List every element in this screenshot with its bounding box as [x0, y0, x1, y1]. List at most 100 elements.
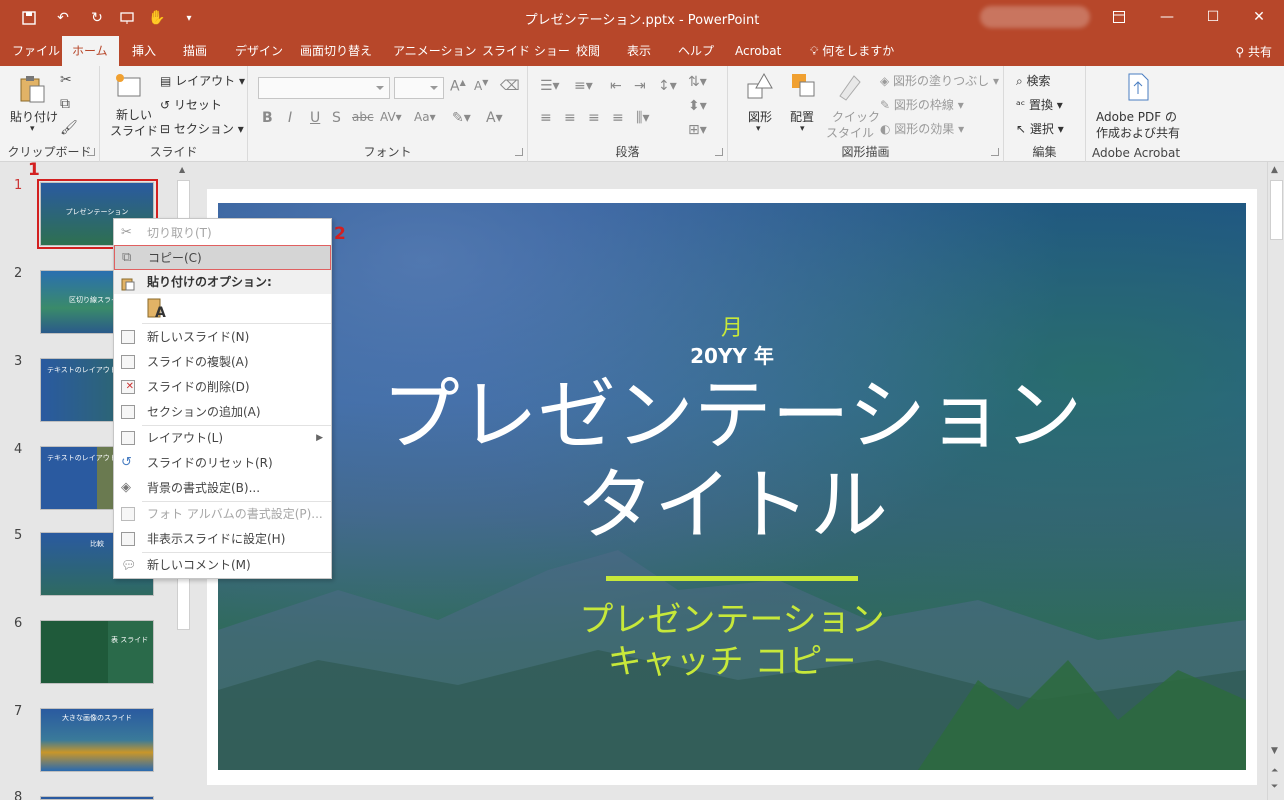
next-slide-icon[interactable]: ⏷ [1271, 782, 1278, 792]
tab-help[interactable]: ヘルプ [668, 36, 724, 66]
line-spacing-icon[interactable]: ↕▾ [658, 78, 677, 94]
menu-item-photo-album[interactable]: フォト アルバムの書式設定(P)... [114, 502, 331, 526]
menu-item-delete[interactable]: ✕ スライドの削除(D) [114, 375, 331, 399]
slide-canvas[interactable]: 月 20YY 年 プレゼンテーション タイトル プレゼンテーション キャッチ コ… [218, 203, 1246, 770]
close-icon[interactable]: ✕ [1236, 0, 1282, 34]
menu-item-new-comment[interactable]: 💬︎ 新しいコメント(M) [114, 553, 331, 577]
tab-draw[interactable]: 描画 [173, 36, 217, 66]
acrobat-label-1[interactable]: Adobe PDF の [1096, 108, 1177, 125]
cut-icon[interactable]: ✂ [60, 72, 72, 88]
font-size-combo[interactable] [394, 77, 444, 99]
paste-keep-text-button[interactable]: A [147, 297, 167, 321]
decrease-indent-icon[interactable]: ⇤ [610, 78, 622, 94]
tab-insert[interactable]: 挿入 [122, 36, 166, 66]
tab-transitions[interactable]: 画面切り替え [290, 36, 382, 66]
shapes-dropdown-icon[interactable]: ▾ [756, 124, 761, 134]
menu-item-layout[interactable]: レイアウト(L) ▶ [114, 426, 331, 450]
shape-outline-button[interactable]: ✎ 図形の枠線 ▾ [880, 96, 964, 113]
slide-subtitle[interactable]: プレゼンテーション キャッチ コピー [218, 599, 1246, 683]
select-button[interactable]: ↖ 選択 ▾ [1016, 120, 1064, 137]
scroll-up-icon[interactable]: ▲ [1271, 165, 1278, 175]
acrobat-label-2[interactable]: 作成および共有 [1096, 124, 1180, 141]
tab-home[interactable]: ホーム [62, 36, 119, 66]
align-text-icon[interactable]: ⬍▾ [688, 98, 707, 114]
minimize-icon[interactable]: — [1144, 0, 1190, 34]
shape-fill-button[interactable]: ◈ 図形の塗りつぶし ▾ [880, 72, 999, 89]
italic-button[interactable]: I [288, 110, 292, 126]
align-right-icon[interactable]: ≡ [588, 110, 600, 126]
slide-month[interactable]: 月 [218, 310, 1246, 342]
shadow-button[interactable]: S [332, 110, 341, 126]
tab-acrobat[interactable]: Acrobat [725, 36, 791, 66]
font-color-icon[interactable]: A▾ [486, 110, 503, 126]
slide-thumbnail[interactable]: 大きな画像のスライド [40, 708, 154, 772]
shapes-icon[interactable] [746, 72, 774, 102]
ribbon-display-icon[interactable] [1096, 0, 1142, 34]
paragraph-launcher-icon[interactable] [715, 148, 723, 156]
shapes-button[interactable]: 図形 [748, 108, 772, 125]
numbering-icon[interactable]: ≡▾ [574, 78, 593, 94]
grow-font-icon[interactable]: A▲ [450, 78, 466, 95]
paste-dropdown-icon[interactable]: ▾ [30, 124, 35, 134]
layout-button[interactable]: ▤ レイアウト ▾ [160, 72, 245, 89]
slide-thumbnail[interactable] [40, 796, 154, 800]
change-case-icon[interactable]: Aa▾ [414, 110, 436, 124]
find-button[interactable]: ⌕ 検索 [1016, 72, 1051, 89]
menu-item-hide-slide[interactable]: 非表示スライドに設定(H) [114, 527, 331, 551]
text-direction-icon[interactable]: ⇅▾ [688, 74, 707, 90]
menu-item-reset[interactable]: ↺ スライドのリセット(R) [114, 451, 331, 475]
slide-title[interactable]: プレゼンテーション タイトル [218, 371, 1246, 551]
share-button[interactable]: ⚲ 共有 [1235, 43, 1272, 60]
bullets-icon[interactable]: ☰▾ [540, 78, 560, 94]
previous-slide-icon[interactable]: ⏶ [1271, 766, 1278, 776]
paste-icon[interactable] [18, 74, 46, 104]
menu-item-cut[interactable]: ✂ 切り取り(T) [114, 221, 331, 245]
tab-animations[interactable]: アニメーション [383, 36, 487, 66]
user-account[interactable] [980, 6, 1090, 28]
increase-indent-icon[interactable]: ⇥ [634, 78, 646, 94]
tab-slideshow[interactable]: スライド ショー [472, 36, 580, 66]
smartart-icon[interactable]: ⊞▾ [688, 122, 707, 138]
menu-item-copy[interactable]: ⧉ コピー(C) [114, 245, 331, 270]
quick-style-icon[interactable] [834, 72, 862, 102]
font-name-combo[interactable] [258, 77, 390, 99]
slide-year[interactable]: 20YY 年 [218, 340, 1246, 369]
scroll-down-icon[interactable]: ▼ [1271, 746, 1278, 756]
new-slide-label-1[interactable]: 新しい [116, 106, 152, 123]
menu-item-add-section[interactable]: セクションの追加(A) [114, 400, 331, 424]
new-slide-label-2[interactable]: スライド [110, 122, 158, 139]
tab-review[interactable]: 校閲 [566, 36, 610, 66]
clear-format-icon[interactable]: ⌫ [500, 78, 520, 94]
reset-button[interactable]: ↺ リセット [160, 96, 222, 113]
menu-item-new-slide[interactable]: 新しいスライド(N) [114, 325, 331, 349]
justify-icon[interactable]: ≡ [612, 110, 624, 126]
editor-scrollbar[interactable]: ▲ ▼ ⏶ ⏷ [1267, 162, 1284, 800]
align-left-icon[interactable]: ≡ [540, 110, 552, 126]
align-center-icon[interactable]: ≡ [564, 110, 576, 126]
copy-icon[interactable]: ⧉ [60, 96, 70, 112]
scrollbar-thumb[interactable] [1270, 180, 1283, 240]
menu-item-format-background[interactable]: ◈ 背景の書式設定(B)... [114, 476, 331, 500]
tab-design[interactable]: デザイン [225, 36, 293, 66]
shrink-font-icon[interactable]: A▼ [474, 78, 488, 93]
bold-button[interactable]: B [262, 110, 273, 126]
scroll-up-icon[interactable]: ▲ [179, 165, 185, 174]
paste-button[interactable]: 貼り付け [10, 108, 58, 125]
font-launcher-icon[interactable] [515, 148, 523, 156]
strike-button[interactable]: abc [352, 110, 374, 124]
section-button[interactable]: ⊟ セクション ▾ [160, 120, 244, 137]
highlight-icon[interactable]: ✎▾ [452, 110, 471, 126]
format-painter-icon[interactable]: 🖌︎ [60, 120, 78, 136]
clipboard-launcher-icon[interactable] [87, 148, 95, 156]
maximize-icon[interactable]: ☐ [1190, 0, 1236, 34]
arrange-icon[interactable] [790, 72, 818, 102]
drawing-launcher-icon[interactable] [991, 148, 999, 156]
shape-effect-button[interactable]: ◐ 図形の効果 ▾ [880, 120, 964, 137]
underline-button[interactable]: U [310, 110, 320, 126]
quick-style-label-2[interactable]: スタイル [826, 124, 874, 141]
pdf-share-icon[interactable] [1124, 72, 1152, 102]
tell-me-box[interactable]: 💡︎ 何をしますか [800, 36, 904, 66]
new-slide-icon[interactable] [114, 72, 142, 102]
quick-style-label-1[interactable]: クイック [832, 108, 880, 125]
columns-icon[interactable]: ⫼▾ [636, 110, 649, 126]
